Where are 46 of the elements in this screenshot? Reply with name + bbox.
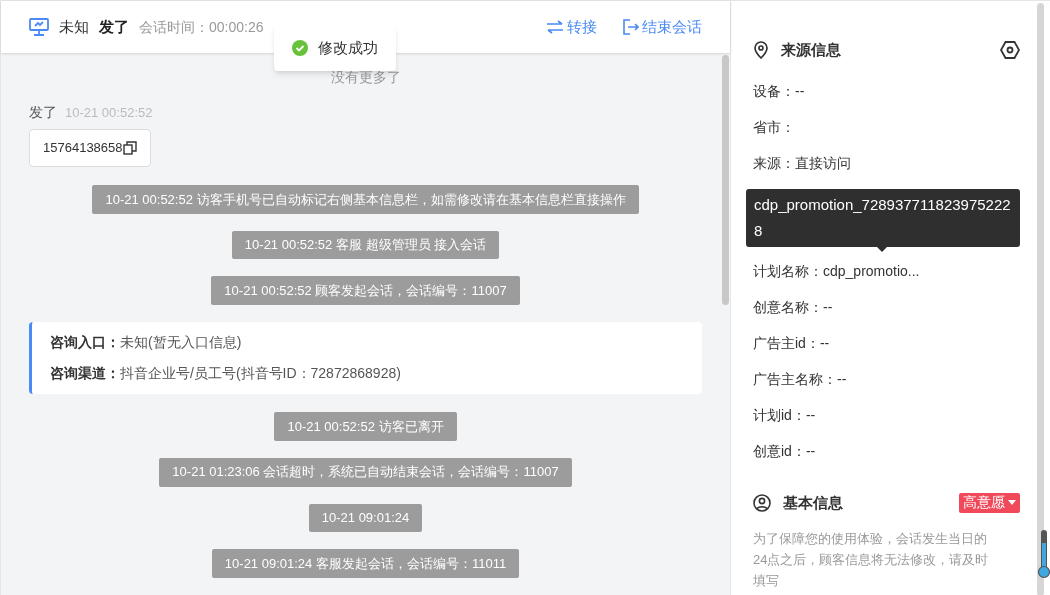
toast-message: 修改成功 <box>318 37 378 58</box>
system-message: 10-21 01:23:06 会话超时，系统已自动结束会话，会话编号：11007 <box>159 457 572 487</box>
system-message: 10-21 09:01:24 客服发起会话，会话编号：11011 <box>211 549 520 579</box>
info-line: 咨询渠道：抖音企业号/员工号(抖音号ID：72872868928) <box>50 364 402 384</box>
logout-icon <box>623 19 639 35</box>
copy-icon[interactable] <box>122 141 137 155</box>
section-title: 来源信息 <box>781 40 842 60</box>
transfer-button[interactable]: 转接 <box>546 15 597 39</box>
system-message: 10-21 09:01:24 <box>308 503 423 533</box>
swap-icon <box>546 20 564 34</box>
message-bubble: 15764138658 <box>29 129 151 167</box>
intent-tag-dropdown[interactable]: 高意愿 <box>959 492 1020 513</box>
success-icon <box>292 40 308 56</box>
system-message: 10-21 00:52:52 访客手机号已自动标记右侧基本信息栏，如需修改请在基本信息栏直接操作 <box>92 185 639 214</box>
system-message: 10-21 00:52:52 访客已离开 <box>274 412 457 441</box>
customer-name: 发了 <box>99 16 129 37</box>
sender-name: 发了 <box>29 103 57 122</box>
info-field: 广告主id：-- <box>753 333 830 354</box>
no-more-text: 没有更多了 <box>330 68 401 87</box>
user-icon <box>753 493 771 512</box>
info-field: 创意id：-- <box>753 441 816 462</box>
section-title: 基本信息 <box>783 492 844 513</box>
end-session-button[interactable]: 结束会话 <box>623 15 702 39</box>
message-time: 10-21 00:52:52 <box>65 104 153 122</box>
system-message: 10-21 00:52:52 顾客发起会话，会话编号：11007 <box>211 276 520 306</box>
caret-icon <box>1008 500 1016 506</box>
info-field: 设备：-- <box>753 81 805 102</box>
system-message: 10-21 00:52:52 客服 超级管理员 接入会话 <box>231 230 500 260</box>
info-field: 广告主名称：-- <box>753 369 847 390</box>
monitor-icon <box>29 18 49 36</box>
info-field: 来源：直接访问 <box>753 153 851 174</box>
info-field: 创意名称：-- <box>753 297 833 318</box>
scrollbar[interactable] <box>1037 3 1044 595</box>
tooltip: cdp_promotion_7289377118239752228 <box>746 188 1020 247</box>
location-pin-icon <box>753 41 769 60</box>
info-line: 咨询入口：未知(暂无入口信息) <box>50 333 243 353</box>
tooltip-arrow-icon <box>877 246 887 252</box>
session-time: 会话时间：00:00:26 <box>139 17 264 37</box>
thermometer-icon <box>1037 529 1050 579</box>
info-field: 省市： <box>753 117 795 138</box>
info-field: 计划id：-- <box>753 405 816 426</box>
notice-text: 为了保障您的使用体验，会话发生当日的24点之后，顾客信息将无法修改，请及时填写 <box>753 530 989 590</box>
scrollbar[interactable] <box>722 55 729 305</box>
visitor-name: 未知 <box>59 16 89 37</box>
info-field: 计划名称：cdp_promotio... <box>753 261 920 282</box>
hexagon-nut-icon[interactable] <box>1000 41 1020 60</box>
